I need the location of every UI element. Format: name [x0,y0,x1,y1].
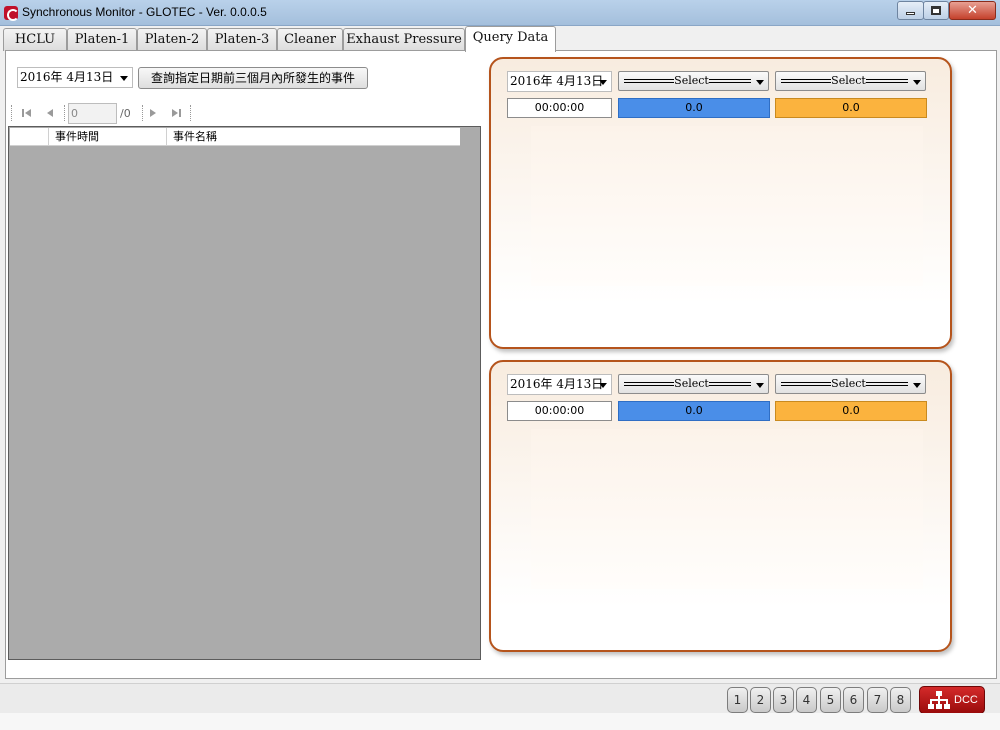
station-button-3[interactable]: 3 [773,687,794,713]
close-button[interactable]: ✕ [949,1,996,20]
chart2-select-2[interactable]: Select [775,374,926,394]
chart2-select-1[interactable]: Select [618,374,769,394]
page-total: /0 [120,107,131,120]
previous-page-icon[interactable] [44,107,56,119]
chart2-date-picker[interactable]: 2016年 4月13日 [507,374,612,395]
chart2-value-orange: 0.0 [775,401,927,421]
station-button-4[interactable]: 4 [796,687,817,713]
row-header-cell [10,128,49,146]
chart1-plot-area[interactable] [531,126,923,286]
chart1-time-field[interactable]: 00:00:00 [507,98,612,118]
column-header-event-name[interactable]: 事件名稱 [167,128,460,146]
chevron-down-icon [913,383,921,388]
chart2-plot-area[interactable] [531,429,923,589]
minimize-button[interactable] [897,1,924,20]
chart1-date-picker[interactable]: 2016年 4月13日 [507,71,612,92]
toolbar-separator [190,105,191,121]
tab-query-data[interactable]: Query Data [465,26,556,52]
chart1-value-blue: 0.0 [618,98,770,118]
query-date-value: 2016年 4月13日 [20,70,114,84]
dcc-button[interactable]: DCC [919,686,985,714]
chevron-down-icon [913,80,921,85]
app-logo-icon [4,6,19,21]
chevron-down-icon [756,80,764,85]
chevron-down-icon [599,383,607,388]
chevron-down-icon [599,80,607,85]
chart-panel-1: 2016年 4月13日 Select Select 00:00:00 0.0 0… [489,57,952,349]
first-page-icon[interactable] [21,107,33,119]
last-page-icon[interactable] [170,107,182,119]
station-button-1[interactable]: 1 [727,687,748,713]
tab-platen-2[interactable]: Platen-2 [137,28,207,51]
status-bar: 1 2 3 4 5 6 7 8 DCC [0,683,1000,714]
station-button-7[interactable]: 7 [867,687,888,713]
tab-hclu[interactable]: HCLU [3,28,67,51]
event-grid-header: 事件時間 事件名稱 [10,128,460,146]
network-icon [928,691,950,709]
chart2-value-blue: 0.0 [618,401,770,421]
station-button-6[interactable]: 6 [843,687,864,713]
chart1-value-orange: 0.0 [775,98,927,118]
toolbar-separator [142,105,143,121]
event-grid[interactable]: 事件時間 事件名稱 [8,126,481,660]
tab-strip: HCLU Platen-1 Platen-2 Platen-3 Cleaner … [0,26,1000,52]
chart2-time-field[interactable]: 00:00:00 [507,401,612,421]
chart2-date-value: 2016年 4月13日 [510,377,604,391]
tab-platen-1[interactable]: Platen-1 [67,28,137,51]
title-bar: Synchronous Monitor - GLOTEC - Ver. 0.0.… [0,0,1000,26]
bottom-strip [0,713,1000,730]
chart1-select-2[interactable]: Select [775,71,926,91]
station-button-8[interactable]: 8 [890,687,911,713]
tab-exhaust-pressure[interactable]: Exhaust Pressure [343,28,465,51]
station-button-5[interactable]: 5 [820,687,841,713]
window-title: Synchronous Monitor - GLOTEC - Ver. 0.0.… [22,5,267,19]
query-date-picker[interactable]: 2016年 4月13日 [17,67,133,88]
next-page-icon[interactable] [147,107,159,119]
close-icon: ✕ [967,3,978,18]
chevron-down-icon [756,383,764,388]
minimize-icon [906,12,915,15]
event-query-panel: 2016年 4月13日 查詢指定日期前三個月內所發生的事件 0 /0 事件時間 … [8,55,481,660]
pager-toolbar: 0 /0 [8,101,481,127]
station-button-2[interactable]: 2 [750,687,771,713]
tab-cleaner[interactable]: Cleaner [277,28,343,51]
chevron-down-icon [120,76,128,81]
maximize-icon [931,6,941,15]
page-number-input[interactable]: 0 [68,103,117,124]
chart1-date-value: 2016年 4月13日 [510,74,604,88]
toolbar-separator [64,105,65,121]
toolbar-grip [11,105,12,121]
chart1-select-1[interactable]: Select [618,71,769,91]
dcc-label: DCC [954,694,978,706]
query-events-button[interactable]: 查詢指定日期前三個月內所發生的事件 [138,67,368,89]
chart-panel-2: 2016年 4月13日 Select Select 00:00:00 0.0 0… [489,360,952,652]
tab-platen-3[interactable]: Platen-3 [207,28,277,51]
maximize-button[interactable] [923,1,949,20]
column-header-event-time[interactable]: 事件時間 [49,128,167,146]
